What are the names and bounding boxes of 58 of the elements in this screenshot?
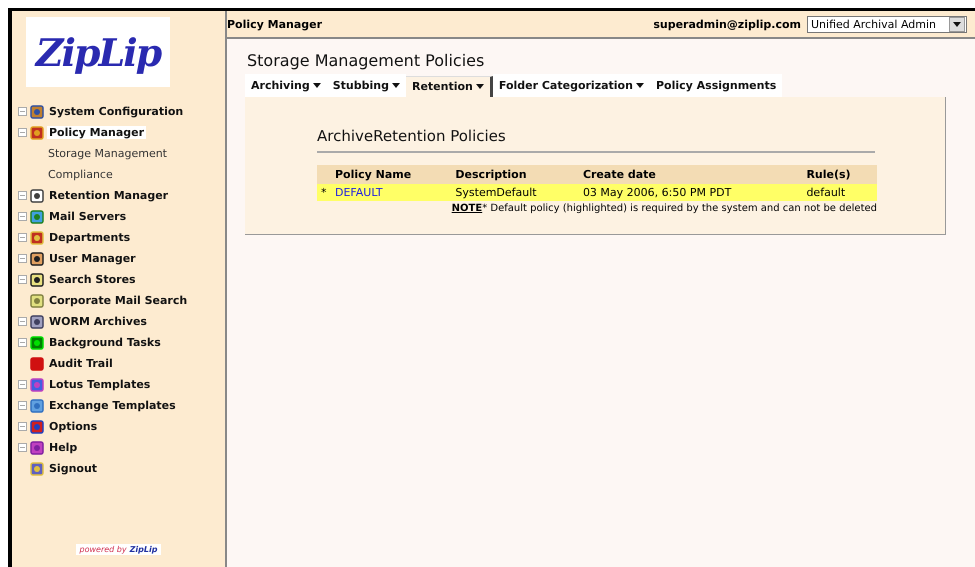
- caret-icon: [312, 82, 321, 88]
- powered-by-text: powered by: [80, 545, 127, 554]
- table-cell: 03 May 2006, 6:50 PM PDT: [578, 184, 802, 201]
- nav-item[interactable]: Background Tasks: [47, 336, 163, 349]
- nav-item[interactable]: Policy Manager: [47, 126, 146, 139]
- expander-icon[interactable]: [18, 233, 27, 242]
- column-header: Policy Name: [331, 165, 452, 184]
- nav-item[interactable]: Corporate Mail Search: [47, 294, 190, 307]
- table-cell: SystemDefault: [451, 184, 579, 201]
- nav-subitem[interactable]: Compliance: [12, 164, 225, 185]
- nav-item[interactable]: WORM Archives: [47, 315, 149, 328]
- caret-icon: [392, 82, 400, 88]
- section-title: Policy Manager: [227, 18, 322, 30]
- tab[interactable]: Retention: [406, 76, 493, 97]
- section-heading: ArchiveRetention Policies: [317, 127, 875, 153]
- expander-icon[interactable]: [18, 317, 27, 326]
- nav-item[interactable]: Lotus Templates: [47, 378, 152, 391]
- expander-icon[interactable]: [18, 191, 27, 200]
- tab[interactable]: Policy Assignments: [650, 74, 782, 97]
- nav-item[interactable]: Audit Trail: [47, 357, 115, 370]
- caret-icon: [636, 82, 644, 88]
- caret-icon: [476, 84, 484, 89]
- nav-item[interactable]: Options: [47, 420, 100, 433]
- note-text: NOTE* Default policy (highlighted) is required by the system and can not be deleted: [450, 203, 877, 214]
- page-title: Storage Management Policies: [247, 51, 486, 70]
- tab[interactable]: Archiving: [245, 74, 327, 97]
- expander-icon[interactable]: [18, 338, 27, 347]
- nav-item[interactable]: Exchange Templates: [47, 399, 178, 412]
- nav-item[interactable]: Retention Manager: [47, 189, 170, 202]
- role-select[interactable]: Unified Archival Admin: [807, 16, 967, 32]
- nav-subitem[interactable]: Storage Management: [12, 143, 225, 164]
- column-header: Rule(s): [802, 165, 877, 184]
- expander-icon[interactable]: [18, 275, 27, 284]
- user-email: superadmin@ziplip.com: [653, 18, 801, 30]
- nav-item[interactable]: Help: [47, 441, 80, 454]
- expander-icon[interactable]: [18, 254, 27, 263]
- caret-icon: [953, 22, 961, 26]
- nav-item[interactable]: Departments: [47, 231, 132, 244]
- nav-item[interactable]: User Manager: [47, 252, 138, 265]
- table-cell: default: [802, 184, 877, 201]
- logo: ZipLip: [26, 17, 170, 87]
- expander-icon[interactable]: [18, 107, 27, 116]
- table-cell: *: [317, 184, 331, 201]
- expander-icon[interactable]: [18, 212, 27, 221]
- nav-item[interactable]: Mail Servers: [47, 210, 128, 223]
- nav-item[interactable]: Search Stores: [47, 273, 138, 286]
- expander-icon[interactable]: [18, 128, 27, 137]
- nav-item[interactable]: Signout: [47, 462, 100, 475]
- brand-text: ZipLip: [130, 545, 158, 554]
- expander-icon[interactable]: [18, 401, 27, 410]
- column-header: Create date: [578, 165, 802, 184]
- nav-item[interactable]: System Configuration: [47, 105, 186, 118]
- expander-icon[interactable]: [18, 443, 27, 452]
- expander-icon[interactable]: [18, 380, 27, 389]
- tab[interactable]: Folder Categorization: [492, 74, 650, 97]
- expander-icon[interactable]: [18, 422, 27, 431]
- column-header: Description: [451, 165, 579, 184]
- tab[interactable]: Stubbing: [326, 74, 406, 97]
